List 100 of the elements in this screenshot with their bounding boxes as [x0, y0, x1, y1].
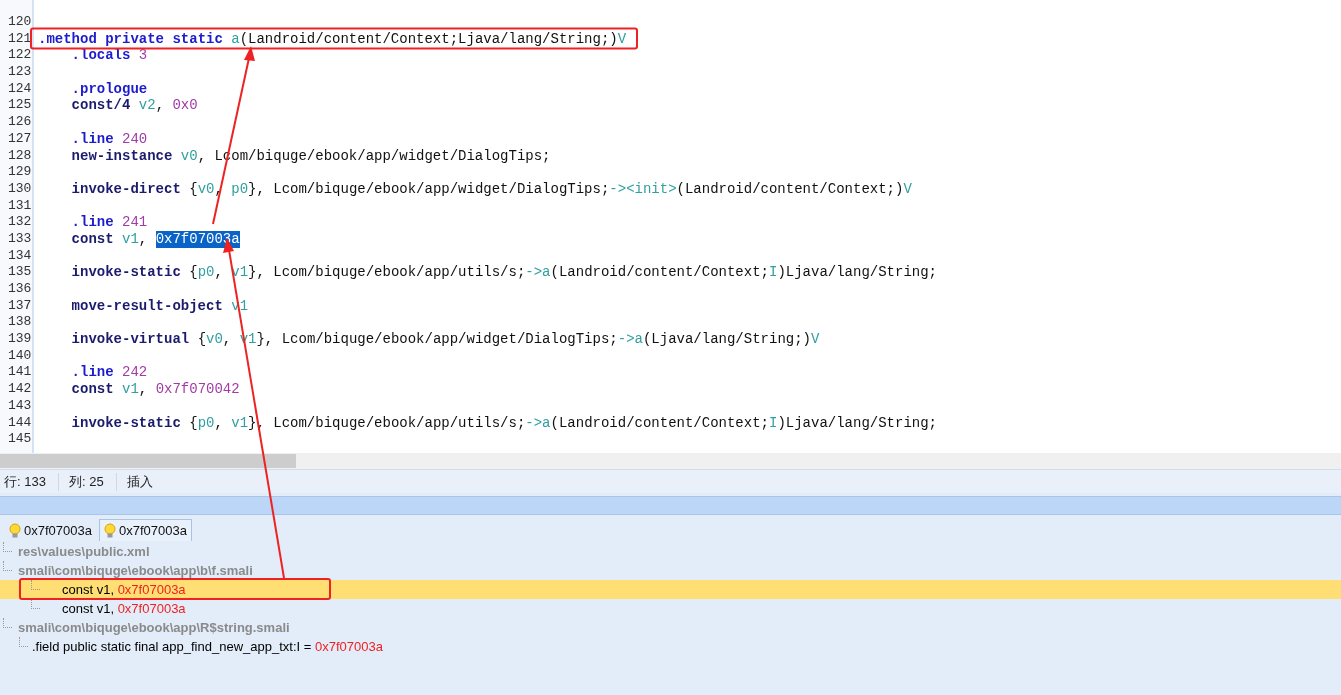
selected-result-row[interactable]: const v1, 0x7f07003a: [0, 580, 1341, 599]
code-token: a: [231, 30, 240, 48]
code-token: {: [189, 414, 198, 432]
match-text: const v1, 0x7f07003a: [62, 582, 186, 597]
search-tab[interactable]: 0x7f07003a: [4, 519, 97, 541]
status-text: 列: 25: [64, 472, 117, 491]
code-token: v2: [138, 97, 156, 115]
code-token: p0: [231, 180, 249, 198]
line-number: 132: [7, 214, 32, 231]
code-token: invoke-static: [71, 264, 182, 281]
line-number: 136: [7, 281, 32, 298]
line-number: 138: [7, 314, 32, 332]
line-number: 144: [7, 414, 32, 432]
lightbulb-icon: [9, 522, 21, 539]
line-number: 121: [7, 30, 32, 48]
code-token: ->a: [525, 414, 551, 432]
code-token: V: [811, 331, 820, 348]
code-token: .locals: [71, 47, 132, 65]
line-number: 128: [7, 147, 32, 165]
code-token: {: [189, 180, 198, 198]
code-token: (Landroid/content/Context;Ljava/lang/String;): [239, 30, 618, 48]
code-token: v0: [206, 331, 223, 348]
code-token: ->a: [525, 264, 551, 281]
line-number: 130: [7, 180, 32, 198]
code-token: v1: [231, 414, 249, 432]
line-number: 135: [7, 264, 32, 281]
code-token: ,: [138, 381, 149, 398]
code-token: const/4: [71, 97, 132, 115]
code-token: move-result-object: [71, 297, 224, 315]
code-token: 0x0: [172, 97, 198, 115]
code-token: p0: [197, 264, 215, 281]
code-token: 240: [122, 130, 148, 148]
code-token: V: [903, 180, 912, 198]
line-number: 142: [7, 381, 32, 398]
code-token: 242: [122, 364, 148, 382]
line-number: 141: [7, 364, 32, 382]
status-text: 插入: [125, 472, 154, 491]
line-number: 129: [7, 164, 32, 181]
result-row[interactable]: .field public static final app_find_new_app_txt:I = 0x7f07003a: [0, 637, 1341, 656]
code-token: .line: [71, 214, 115, 231]
code-token: ->a: [617, 331, 643, 348]
line-number: 120: [7, 14, 32, 31]
code-token: }, Lcom/biquge/ebook/app/widget/DialogTips;: [256, 331, 618, 348]
code-token: .prologue: [71, 80, 148, 98]
code-token: (Landroid/content/Context;: [550, 414, 769, 432]
line-number: 145: [7, 431, 32, 448]
code-token: ,: [155, 97, 166, 115]
code-token: I: [768, 264, 778, 281]
code-token: invoke-direct: [71, 180, 182, 198]
code-token: -><init>: [609, 180, 677, 198]
line-number: 127: [7, 130, 32, 148]
code-token: ,: [138, 230, 149, 248]
line-number: 131: [7, 197, 32, 215]
code-token: .method private static: [38, 30, 224, 48]
code-token: v1: [122, 230, 139, 248]
code-token: 241: [122, 214, 148, 231]
code-token: {: [189, 264, 198, 281]
line-number: 139: [7, 331, 32, 348]
code-token: V: [617, 30, 627, 48]
code-token: 3: [138, 47, 148, 65]
code-token: (Ljava/lang/String;): [642, 331, 811, 348]
code-token: invoke-static: [71, 414, 182, 432]
scrollbar-thumb[interactable]: [0, 454, 296, 468]
code-token: new-instance: [71, 147, 174, 165]
code-token: ,: [214, 180, 224, 198]
code-token: (Landroid/content/Context;): [676, 180, 904, 198]
line-number: 124: [7, 80, 32, 98]
match-text: .field public static final app_find_new_app_txt:I = 0x7f07003a: [32, 639, 383, 654]
code-token: v1: [122, 381, 139, 398]
code-token: invoke-virtual: [71, 331, 191, 348]
line-number: 122: [7, 47, 32, 65]
line-number: 134: [7, 247, 32, 265]
match-text: const v1, 0x7f07003a: [62, 601, 186, 616]
code-token: const: [71, 230, 115, 248]
code-token: .line: [71, 130, 115, 148]
code-token: 0x7f070042: [155, 381, 240, 398]
code-token: ,: [214, 414, 224, 432]
code-token: ,: [214, 264, 224, 281]
line-number: 126: [7, 114, 32, 131]
code-token: )Ljava/lang/String;: [777, 414, 937, 432]
code-token: }, Lcom/biquge/ebook/app/widget/DialogTips;: [248, 180, 610, 198]
code-token: (Landroid/content/Context;: [550, 264, 769, 281]
code-token: I: [768, 414, 778, 432]
code-token: )Ljava/lang/String;: [777, 264, 937, 281]
lightbulb-icon: [103, 522, 116, 539]
status-text: 行: 133: [0, 472, 59, 491]
line-number: 133: [7, 230, 32, 248]
code-token: p0: [197, 414, 215, 432]
line-number: 125: [7, 97, 32, 115]
line-number: 140: [7, 347, 32, 365]
horizontal-scrollbar[interactable]: [0, 453, 1341, 469]
line-number: 137: [7, 297, 32, 315]
code-token: {: [197, 331, 207, 348]
line-number: 123: [7, 64, 32, 81]
line-number: 143: [7, 397, 32, 415]
code-token: .line: [71, 364, 115, 382]
search-tab[interactable]: 0x7f07003a: [98, 519, 192, 541]
selected-code-text: 0x7f07003a: [155, 230, 240, 248]
result-row[interactable]: const v1, 0x7f07003a: [0, 599, 1341, 618]
code-token: }, Lcom/biquge/ebook/app/utils/s;: [248, 264, 526, 281]
